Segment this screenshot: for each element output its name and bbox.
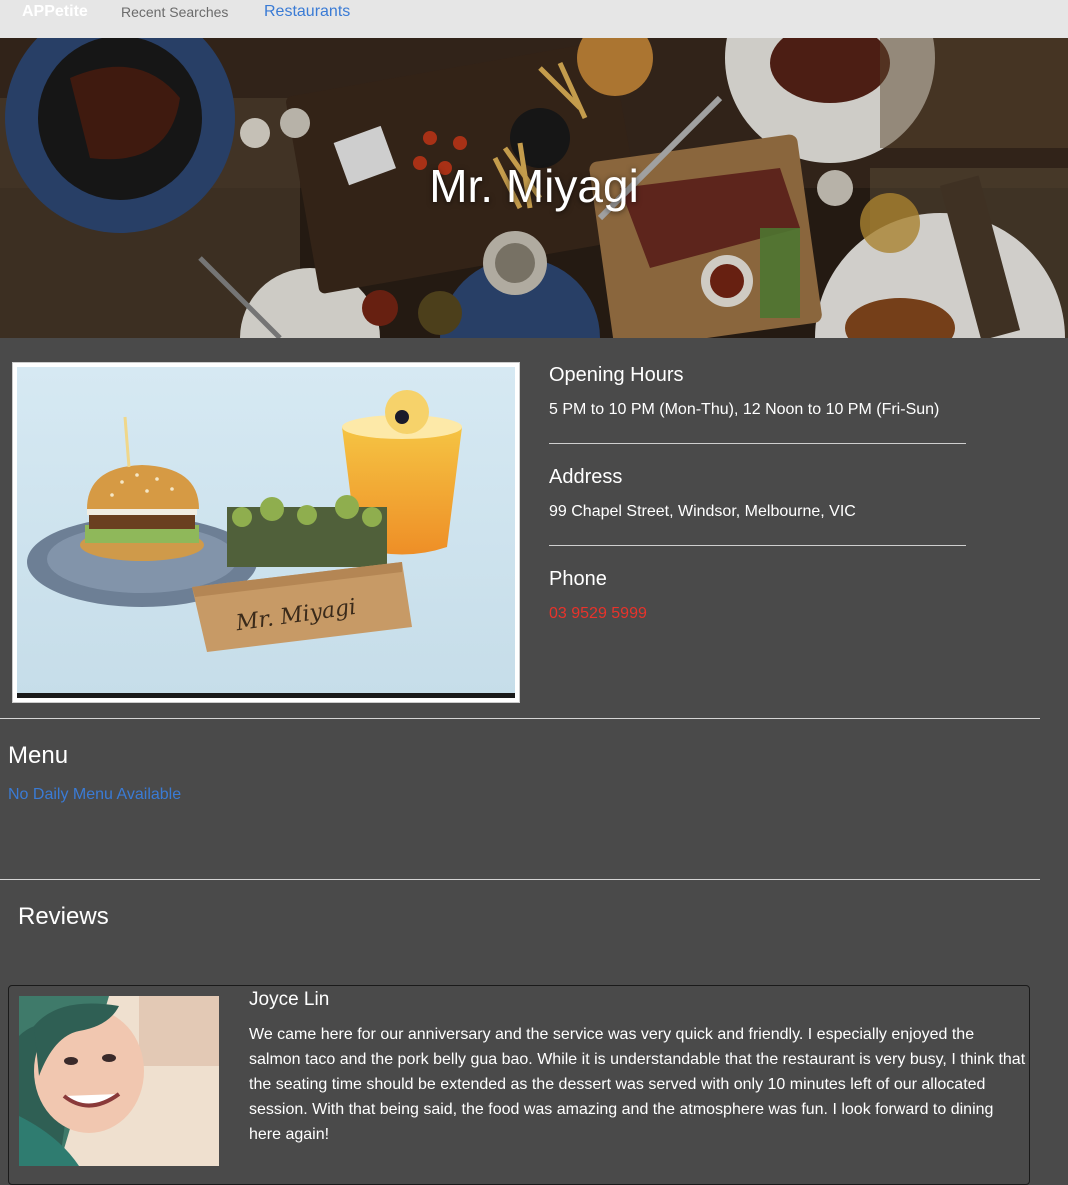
address-text: 99 Chapel Street, Windsor, Melbourne, VI… bbox=[549, 503, 856, 520]
divider bbox=[549, 545, 966, 546]
avatar-image bbox=[19, 996, 219, 1166]
address-heading: Address bbox=[549, 466, 623, 488]
brand-logo[interactable]: APPetite bbox=[22, 3, 88, 21]
reviewer-name: Joyce Lin bbox=[249, 989, 330, 1010]
opening-hours-text: 5 PM to 10 PM (Mon-Thu), 12 Noon to 10 P… bbox=[549, 401, 940, 418]
menu-heading: Menu bbox=[8, 742, 69, 769]
reviewer-avatar bbox=[19, 996, 219, 1166]
reviews-heading: Reviews bbox=[18, 903, 109, 930]
restaurant-photo: Mr. Miyagi bbox=[12, 362, 520, 703]
section-divider bbox=[0, 718, 1040, 719]
section-divider bbox=[0, 879, 1040, 880]
phone-link[interactable]: 03 9529 5999 bbox=[549, 605, 647, 623]
food-photo-image: Mr. Miyagi bbox=[17, 367, 515, 698]
navbar: APPetite Recent Searches Restaurants bbox=[0, 0, 1068, 38]
review-text: We came here for our anniversary and the… bbox=[249, 1026, 1026, 1143]
hero-banner: Mr. Miyagi bbox=[0, 38, 1068, 338]
nav-restaurants[interactable]: Restaurants bbox=[264, 3, 350, 21]
restaurant-title: Mr. Miyagi bbox=[429, 160, 639, 212]
opening-hours-heading: Opening Hours bbox=[549, 364, 684, 386]
menu-status-link[interactable]: No Daily Menu Available bbox=[8, 786, 181, 804]
nav-recent-searches[interactable]: Recent Searches bbox=[121, 4, 228, 20]
divider bbox=[549, 443, 966, 444]
phone-heading: Phone bbox=[549, 568, 607, 590]
